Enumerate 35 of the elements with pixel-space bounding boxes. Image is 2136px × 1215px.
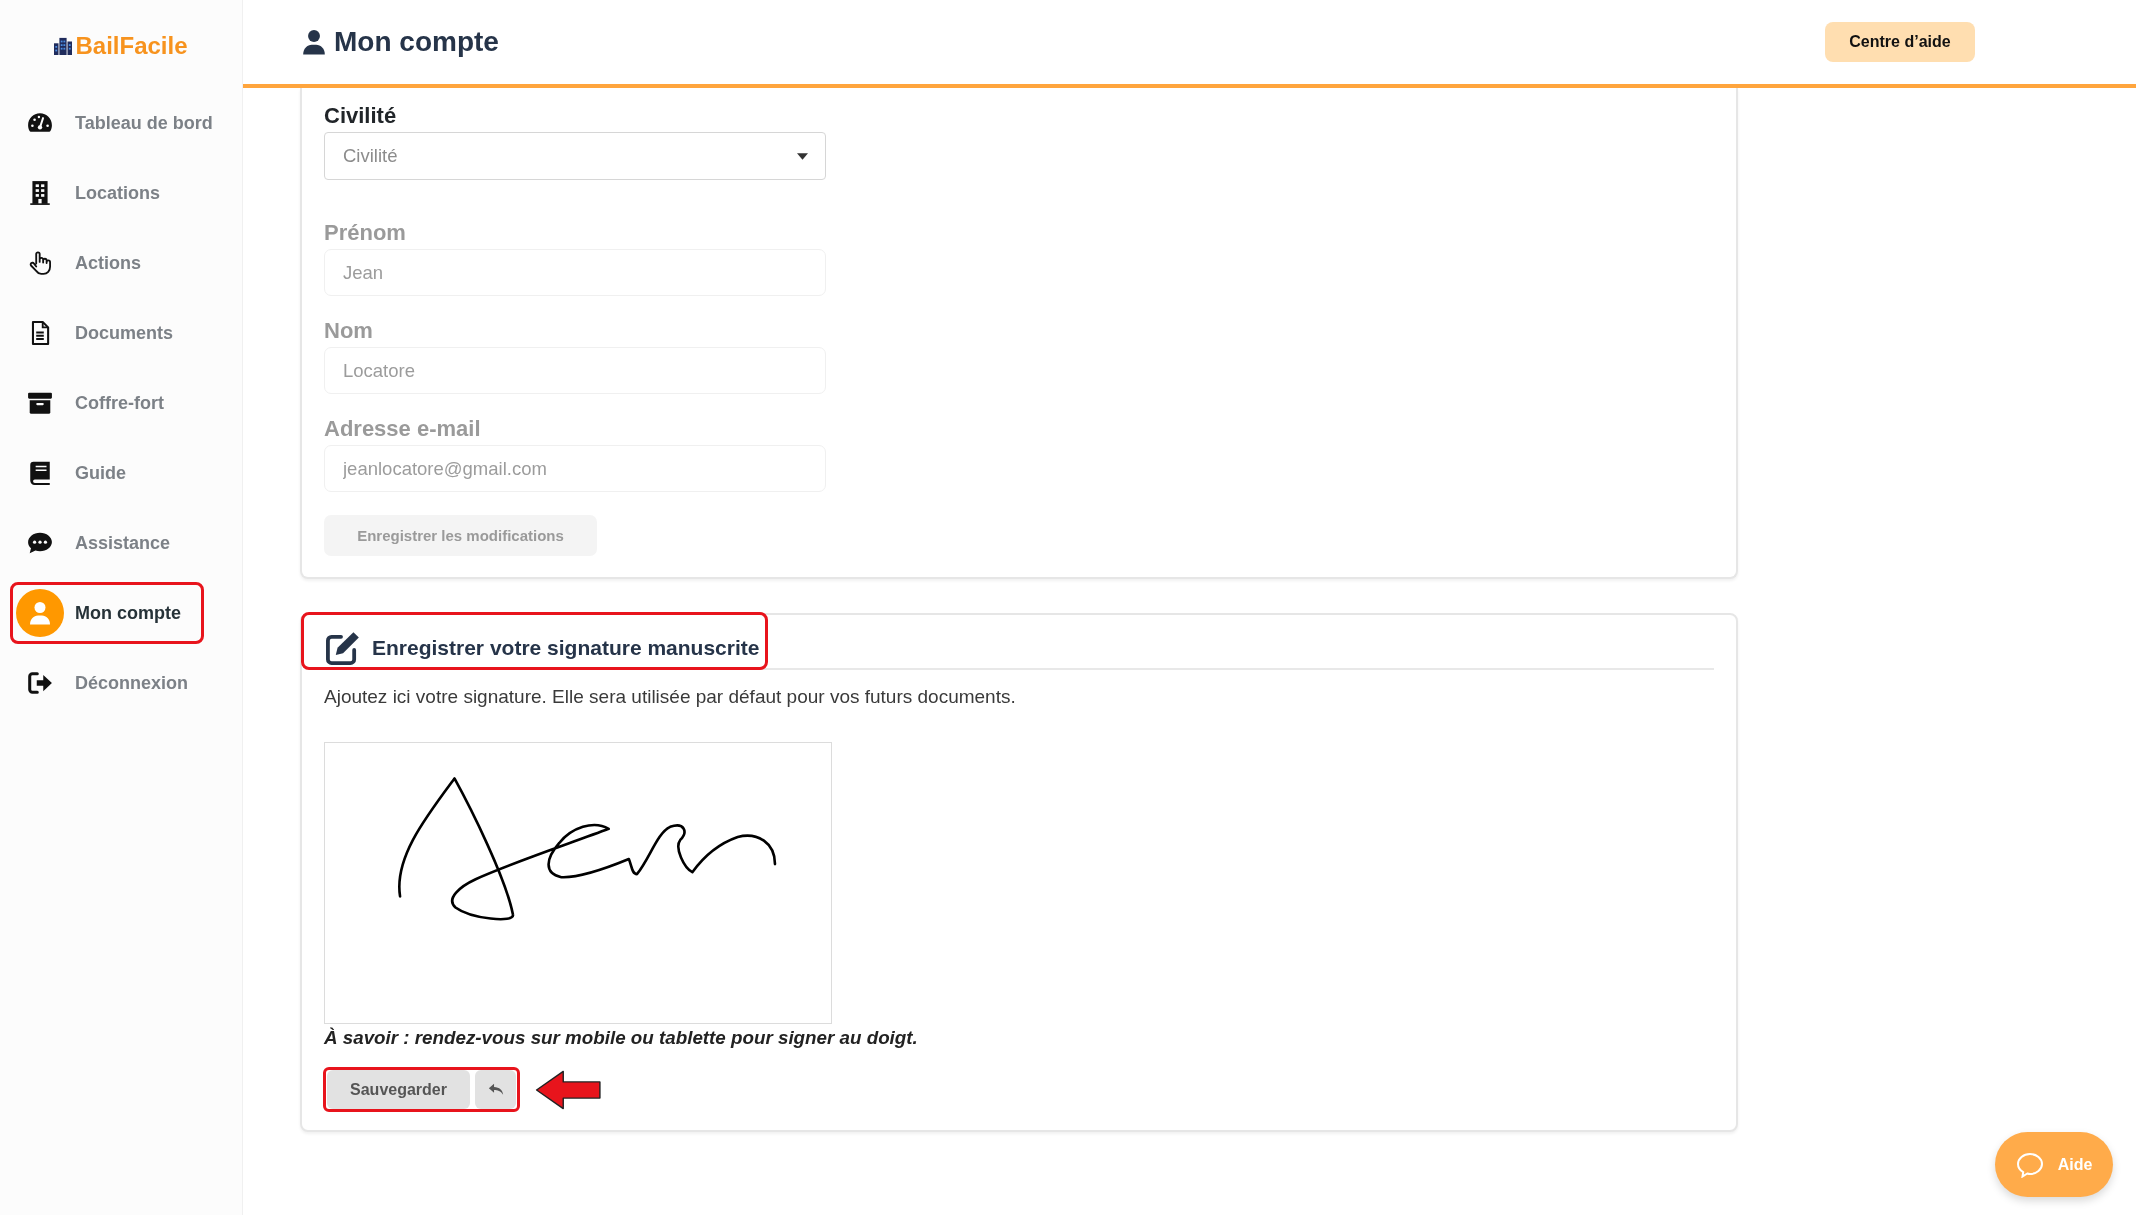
hand-pointer-icon <box>27 250 53 276</box>
nav-item[interactable]: Coffre-fort <box>10 372 204 434</box>
field-label: Civilité <box>324 102 397 130</box>
undo-button[interactable] <box>475 1070 516 1109</box>
help-center-button[interactable]: Centre d’aide <box>1825 22 1975 62</box>
nav-item[interactable]: Mon compte <box>10 582 204 644</box>
buildings-logo-icon <box>54 37 73 55</box>
archive-box-icon <box>27 390 53 416</box>
undo-icon <box>487 1083 504 1096</box>
book-icon <box>27 460 53 486</box>
nav-item[interactable]: Assistance <box>10 512 204 574</box>
nav-item[interactable]: Guide <box>10 442 204 504</box>
sign-out-icon <box>27 670 53 696</box>
edit-icon <box>325 630 360 666</box>
field-label: Nom <box>324 317 373 345</box>
field-label: Adresse e-mail <box>324 415 481 443</box>
chat-icon <box>2015 1151 2044 1178</box>
user-icon <box>301 29 327 55</box>
field-label: Prénom <box>324 219 406 247</box>
nav-item[interactable]: Documents <box>10 302 204 364</box>
logo-text: BailFacile <box>75 32 188 60</box>
nav-item[interactable]: Locations <box>10 162 204 224</box>
user-avatar-icon <box>16 589 64 637</box>
section-title: Enregistrer votre signature manuscrite <box>372 635 760 661</box>
section-description: Ajoutez ici votre signature. Elle sera utilisée par défaut pour vos futurs documents. <box>324 685 1017 709</box>
caret-down-icon <box>797 152 808 160</box>
nav-item[interactable]: Tableau de bord <box>10 92 236 154</box>
save-button[interactable]: Sauvegarder <box>327 1070 470 1109</box>
select-field[interactable]: Civilité <box>324 132 826 180</box>
info-note: À savoir : rendez-vous sur mobile ou tablette pour signer au doigt. <box>324 1026 919 1050</box>
speech-bubble-icon <box>27 530 53 556</box>
nav-item[interactable]: Actions <box>10 232 204 294</box>
building-icon <box>27 180 53 206</box>
page-title: Mon compte <box>334 26 499 58</box>
nav-item[interactable]: Déconnexion <box>10 652 212 714</box>
